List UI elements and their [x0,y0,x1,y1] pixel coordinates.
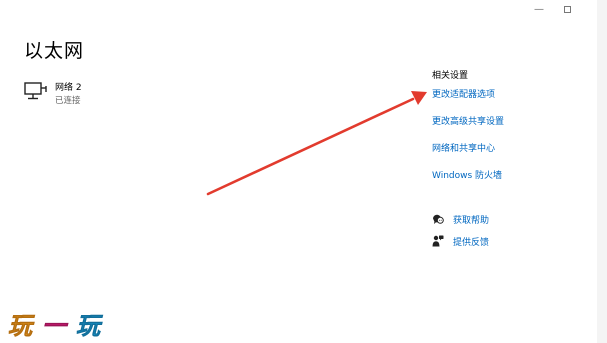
page-title: 以太网 [24,40,85,62]
svg-text:一: 一 [42,312,69,340]
change-advanced-sharing-link[interactable]: 更改高级共享设置 [432,114,504,127]
annotation-arrow [206,91,427,196]
network-sharing-center-link[interactable]: 网络和共享中心 [432,141,495,154]
chat-help-icon [433,214,444,224]
maximize-icon [563,5,571,13]
feedback-person-icon [432,235,444,247]
get-help-link[interactable]: 获取帮助 [432,212,489,226]
give-feedback-label: 提供反馈 [453,237,490,248]
minimize-icon: — [534,3,544,15]
site-watermark-logo: 玩 一 玩 [8,312,104,340]
change-adapter-options-link[interactable]: 更改适配器选项 [432,87,495,100]
network-status: 已连接 [55,96,81,106]
scrollbar-track[interactable] [597,0,607,343]
ethernet-monitor-icon [24,82,47,100]
give-feedback-link[interactable]: 提供反馈 [432,234,489,248]
network-adapter-item[interactable]: 网络 2 已连接 [24,80,164,110]
network-name: 网络 2 [55,83,82,93]
get-help-label: 获取帮助 [453,215,490,226]
title-bar: — [0,0,607,18]
related-settings-heading: 相关设置 [432,71,469,81]
svg-text:玩: 玩 [8,312,35,340]
maximize-button[interactable] [552,0,582,18]
svg-text:玩: 玩 [76,312,103,340]
minimize-button[interactable]: — [524,0,554,18]
windows-firewall-link[interactable]: Windows 防火墙 [432,168,502,181]
